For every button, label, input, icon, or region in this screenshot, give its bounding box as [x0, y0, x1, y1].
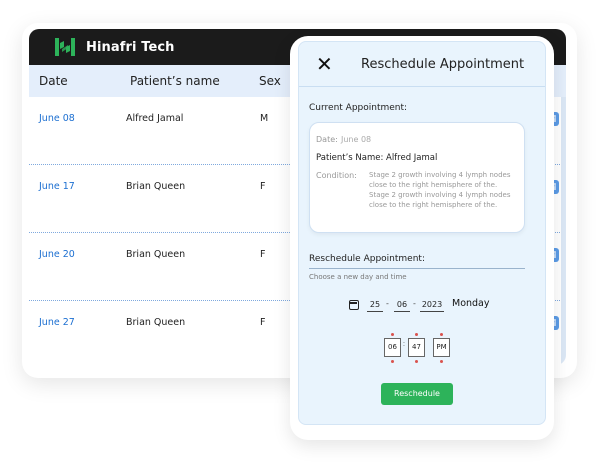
- row-date[interactable]: June 17: [39, 181, 75, 192]
- row-sex: F: [260, 181, 266, 192]
- minute-down-icon[interactable]: [415, 360, 418, 363]
- brand-name: Hinafri Tech: [86, 39, 175, 55]
- month-field[interactable]: 06: [394, 300, 410, 312]
- calendar-icon[interactable]: [349, 300, 359, 310]
- current-condition-value: Stage 2 growth involving 4 lymph nodes c…: [369, 171, 511, 209]
- row-date[interactable]: June 27: [39, 317, 75, 328]
- hinafri-logo-icon: [55, 38, 75, 56]
- weekday-label: Monday: [452, 298, 490, 309]
- row-sex: M: [260, 113, 269, 124]
- row-date[interactable]: June 20: [39, 249, 75, 260]
- period-field[interactable]: PM: [433, 338, 450, 357]
- reschedule-button[interactable]: Reschedule: [381, 383, 453, 405]
- current-appointment-card: Date: June 08 Patient’s Name: Alfred Jam…: [309, 122, 525, 233]
- period-down-icon[interactable]: [440, 360, 443, 363]
- current-date-key: Date:: [316, 135, 338, 144]
- time-separator: :: [403, 341, 405, 348]
- date-separator: -: [413, 299, 416, 308]
- stage: Hinafri Tech Date Patient’s name Sex l J…: [0, 0, 608, 469]
- day-field[interactable]: 25: [367, 300, 383, 312]
- current-patient-name-key: Patient’s Name:: [316, 153, 384, 163]
- row-sex: F: [260, 317, 266, 328]
- current-patient-name-value: Alfred Jamal: [386, 153, 438, 163]
- current-date-value: June 08: [341, 135, 372, 144]
- close-icon[interactable]: ✕: [316, 53, 333, 75]
- section-divider: [309, 268, 525, 269]
- hour-up-icon[interactable]: [391, 333, 394, 336]
- modal-title: Reschedule Appointment: [361, 57, 525, 72]
- reschedule-appointment-label: Reschedule Appointment:: [309, 254, 425, 264]
- year-field[interactable]: 2023: [420, 300, 444, 312]
- minute-up-icon[interactable]: [415, 333, 418, 336]
- row-patient-name: Alfred Jamal: [126, 113, 184, 124]
- row-sex: F: [260, 249, 266, 260]
- column-date[interactable]: Date: [39, 74, 68, 88]
- hour-field[interactable]: 06: [384, 338, 401, 357]
- row-date[interactable]: June 08: [39, 113, 75, 124]
- column-patient-name[interactable]: Patient’s name: [130, 74, 220, 88]
- current-condition-key: Condition:: [316, 171, 357, 180]
- reschedule-hint: Choose a new day and time: [309, 273, 407, 281]
- current-appointment-label: Current Appointment:: [309, 103, 408, 113]
- row-patient-name: Brian Queen: [126, 249, 186, 260]
- date-separator: -: [386, 299, 389, 308]
- scrollbar[interactable]: [561, 97, 566, 365]
- row-patient-name: Brian Queen: [126, 317, 186, 328]
- modal-header: ✕ Reschedule Appointment: [299, 42, 545, 87]
- row-patient-name: Brian Queen: [126, 181, 186, 192]
- hour-down-icon[interactable]: [391, 360, 394, 363]
- minute-field[interactable]: 47: [408, 338, 425, 357]
- period-up-icon[interactable]: [440, 333, 443, 336]
- column-sex[interactable]: Sex: [259, 74, 281, 88]
- reschedule-modal: ✕ Reschedule Appointment Current Appoint…: [298, 41, 546, 425]
